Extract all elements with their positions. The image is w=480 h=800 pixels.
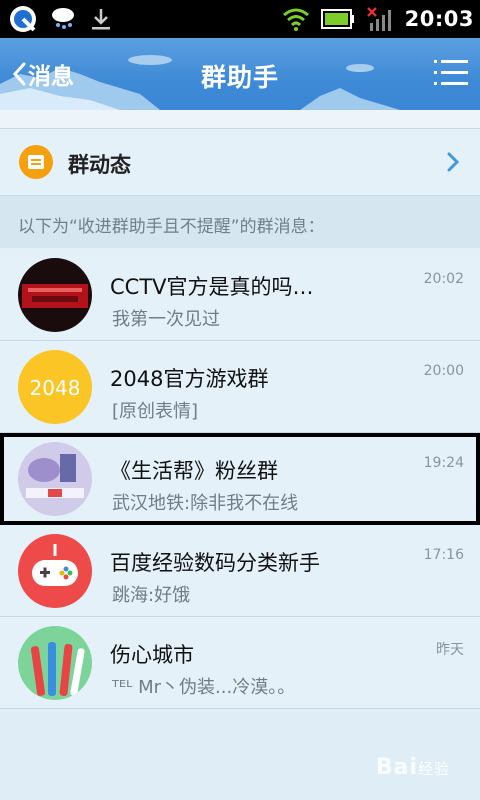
group-name: 《生活帮》粉丝群 — [110, 459, 278, 483]
group-dynamics-row[interactable]: 群动态 — [0, 128, 480, 196]
avatar — [18, 626, 92, 700]
group-name: 百度经验数码分类新手 — [110, 551, 320, 575]
screen: 20:03 消息 群助手 群动态 以下为“收进群助手且不提醒”的群消息： CCT… — [0, 0, 480, 800]
group-list: CCTV官方是真的吗… 我第一次见过 20:02 2048 2048官方游戏群 … — [0, 249, 480, 709]
last-message: [原创表情] — [112, 401, 199, 422]
message-time: 17:16 — [423, 547, 464, 563]
chevron-right-icon — [447, 152, 460, 172]
wifi-icon — [282, 8, 309, 31]
section-caption: 以下为“收进群助手且不提醒”的群消息： — [0, 196, 480, 248]
section-caption-text: 以下为“收进群助手且不提醒”的群消息： — [18, 217, 325, 237]
last-message: 武汉地铁:除非我不在线 — [112, 493, 299, 514]
avatar — [18, 442, 92, 516]
title-bar: 消息 群助手 — [0, 38, 480, 110]
battery-icon — [320, 9, 354, 29]
message-time: 20:02 — [423, 271, 464, 287]
list-item[interactable]: 伤心城市 ᵀᴱᴸ Mr丶伪装...冷漠。。 昨天 — [0, 617, 480, 709]
avatar-2048-text: 2048 — [30, 376, 81, 400]
list-item-selected[interactable]: 《生活帮》粉丝群 武汉地铁:除非我不在线 19:24 — [0, 433, 480, 525]
watermark-suffix: 经验 — [417, 760, 450, 778]
list-item[interactable]: 百度经验数码分类新手 跳海:好饿 17:16 — [0, 525, 480, 617]
header-spacer — [0, 110, 480, 128]
last-message: ᵀᴱᴸ Mr丶伪装...冷漠。。 — [112, 677, 296, 698]
avatar — [18, 534, 92, 608]
group-dynamics-icon — [19, 145, 53, 179]
page-title: 群助手 — [200, 63, 279, 92]
group-name: CCTV官方是真的吗… — [110, 275, 314, 299]
avatar — [18, 258, 92, 332]
clock: 20:03 — [404, 7, 474, 31]
last-message: 跳海:好饿 — [112, 585, 191, 606]
qq-icon — [10, 6, 36, 32]
message-time: 19:24 — [423, 455, 464, 471]
last-message: 我第一次见过 — [112, 309, 220, 330]
weather-icon — [52, 8, 74, 29]
status-bar: 20:03 — [0, 0, 480, 38]
group-dynamics-label: 群动态 — [68, 153, 131, 177]
watermark-brand: Bai — [375, 755, 418, 780]
list-item[interactable]: 2048 2048官方游戏群 [原创表情] 20:00 — [0, 341, 480, 433]
baidu-watermark: Bai经验 — [376, 755, 450, 780]
avatar: 2048 — [18, 350, 92, 424]
group-name: 2048官方游戏群 — [110, 367, 269, 391]
no-sim-icon — [366, 7, 391, 31]
message-time: 昨天 — [436, 642, 464, 658]
list-item[interactable]: CCTV官方是真的吗… 我第一次见过 20:02 — [0, 249, 480, 341]
list-menu-icon[interactable] — [434, 58, 468, 88]
group-name: 伤心城市 — [110, 643, 194, 667]
download-icon — [92, 9, 110, 30]
bottom-empty-area: Bai经验 — [0, 712, 480, 800]
message-time: 20:00 — [423, 363, 464, 379]
